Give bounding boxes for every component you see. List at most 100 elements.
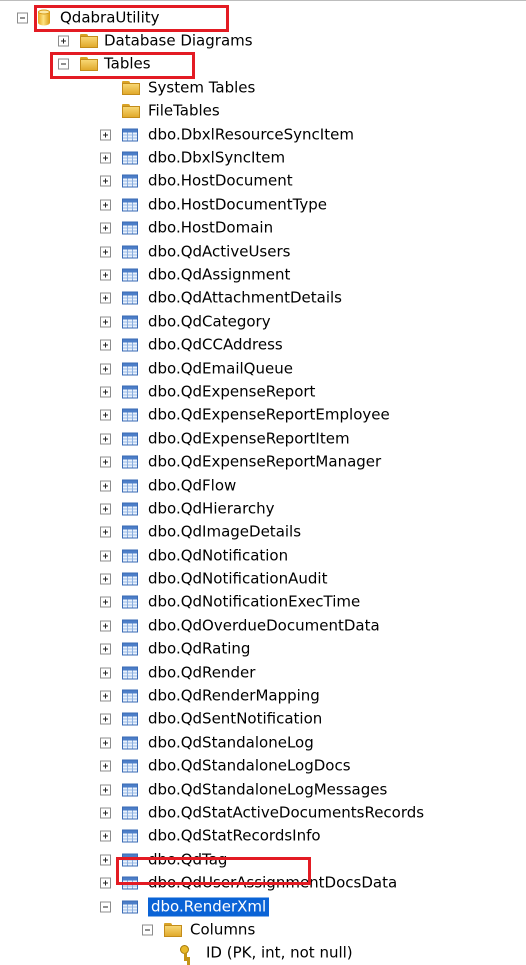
tree-node-system-tables[interactable]: System Tables — [0, 76, 526, 99]
tree-node-table[interactable]: dbo.HostDomain — [0, 217, 526, 240]
expand-icon[interactable] — [100, 152, 111, 164]
node-label: dbo.HostDocumentType — [148, 195, 328, 214]
expand-icon[interactable] — [100, 199, 111, 211]
expand-icon[interactable] — [100, 316, 111, 328]
tree-node-table[interactable]: dbo.QdOverdueDocumentData — [0, 614, 526, 637]
expand-icon[interactable] — [100, 596, 111, 608]
node-label: dbo.QdExpenseReportManager — [148, 452, 382, 471]
node-label: dbo.DbxlSyncItem — [148, 148, 286, 167]
node-label: dbo.QdRating — [148, 639, 251, 658]
tree-node-table[interactable]: dbo.QdExpenseReportItem — [0, 427, 526, 450]
expand-icon[interactable] — [100, 784, 111, 796]
table-icon — [122, 666, 138, 680]
tree-node-selected-table[interactable]: dbo.RenderXml — [0, 895, 526, 918]
node-label: dbo.QdNotificationExecTime — [148, 592, 361, 611]
folder-icon — [164, 922, 182, 937]
tree-node-table[interactable]: dbo.QdSentNotification — [0, 708, 526, 731]
table-list: dbo.DbxlResourceSyncItem dbo.DbxlSyncItem… — [0, 123, 526, 895]
tree-node-columns-folder[interactable]: Columns — [0, 918, 526, 941]
expand-icon[interactable] — [100, 480, 111, 491]
table-icon — [122, 198, 138, 212]
expand-icon[interactable] — [100, 667, 111, 679]
tree-node-table[interactable]: dbo.QdStatRecordsInfo — [0, 825, 526, 848]
expand-icon[interactable] — [100, 409, 111, 421]
expand-icon[interactable] — [100, 292, 111, 304]
table-icon — [122, 174, 138, 188]
expand-icon[interactable] — [100, 456, 111, 468]
node-label: dbo.QdSentNotification — [148, 709, 323, 728]
collapse-icon[interactable] — [142, 924, 153, 936]
tree-node-table[interactable]: dbo.QdNotificationExecTime — [0, 591, 526, 614]
node-label: Database Diagrams — [104, 31, 253, 50]
expand-icon[interactable] — [100, 433, 111, 445]
tree-node-table[interactable]: dbo.QdHierarchy — [0, 497, 526, 520]
expand-icon[interactable] — [100, 269, 111, 281]
tree-node-table[interactable]: dbo.QdActiveUsers — [0, 240, 526, 263]
node-label: dbo.QdExpenseReportEmployee — [148, 405, 390, 424]
expand-icon[interactable] — [100, 246, 111, 258]
collapse-icon[interactable] — [100, 901, 111, 913]
expand-icon[interactable] — [100, 222, 111, 234]
table-icon — [122, 128, 138, 142]
tree-node-table[interactable]: dbo.QdNotificationAudit — [0, 567, 526, 590]
expand-icon[interactable] — [100, 526, 111, 538]
expand-icon[interactable] — [100, 129, 111, 141]
tree-node-table[interactable]: dbo.QdRating — [0, 638, 526, 661]
expand-icon[interactable] — [100, 760, 111, 772]
tree-node-table[interactable]: dbo.QdStandaloneLogMessages — [0, 778, 526, 801]
tree-node-filetables[interactable]: FileTables — [0, 100, 526, 123]
node-label: dbo.QdAssignment — [148, 265, 291, 284]
expand-icon[interactable] — [100, 363, 111, 375]
tree-node-table[interactable]: dbo.QdStandaloneLog — [0, 731, 526, 754]
tree-node-table[interactable]: dbo.QdExpenseReportManager — [0, 450, 526, 473]
tree-node-table[interactable]: dbo.DbxlSyncItem — [0, 146, 526, 169]
highlight-tables-folder — [50, 52, 195, 79]
expand-icon[interactable] — [100, 339, 111, 351]
table-icon — [122, 291, 138, 305]
expand-icon[interactable] — [100, 175, 111, 187]
expand-icon[interactable] — [100, 386, 111, 398]
tree-node-table[interactable]: dbo.QdExpenseReport — [0, 380, 526, 403]
table-icon — [122, 362, 138, 376]
expand-icon[interactable] — [100, 807, 111, 819]
node-label: dbo.QdRenderMapping — [148, 686, 320, 705]
node-label: dbo.RenderXml — [148, 897, 270, 917]
tree-node-table[interactable]: dbo.HostDocument — [0, 170, 526, 193]
tree-node-table[interactable]: dbo.QdFlow — [0, 474, 526, 497]
tree-node-table[interactable]: dbo.QdCCAddress — [0, 333, 526, 356]
tree-node-table[interactable]: dbo.QdAssignment — [0, 263, 526, 286]
expand-icon[interactable] — [100, 690, 111, 702]
tree-node-table[interactable]: dbo.QdNotification — [0, 544, 526, 567]
tree-node-table[interactable]: dbo.QdStatActiveDocumentsRecords — [0, 801, 526, 824]
expand-icon[interactable] — [100, 503, 111, 515]
node-label: dbo.QdRender — [148, 663, 256, 682]
node-label: dbo.QdFlow — [148, 476, 237, 494]
tree-node-table[interactable]: dbo.QdAttachmentDetails — [0, 287, 526, 310]
table-icon — [122, 315, 138, 329]
expand-icon[interactable] — [100, 830, 111, 842]
expand-icon[interactable] — [100, 737, 111, 749]
expand-icon[interactable] — [100, 713, 111, 725]
tree-node-table[interactable]: dbo.QdEmailQueue — [0, 357, 526, 380]
collapse-icon[interactable] — [17, 12, 28, 24]
tree-node-table[interactable]: dbo.QdCategory — [0, 310, 526, 333]
expand-icon[interactable] — [100, 573, 111, 585]
tree-node-table[interactable]: dbo.QdImageDetails — [0, 521, 526, 544]
tree-node-table[interactable]: dbo.QdStandaloneLogDocs — [0, 755, 526, 778]
tree-node-table[interactable]: dbo.QdRender — [0, 661, 526, 684]
tree-node-table[interactable]: dbo.DbxlResourceSyncItem — [0, 123, 526, 146]
tree-node-table[interactable]: dbo.QdRenderMapping — [0, 684, 526, 707]
expand-icon[interactable] — [100, 854, 111, 866]
expand-icon[interactable] — [100, 620, 111, 632]
node-label: FileTables — [148, 101, 220, 120]
tree-node-database-diagrams[interactable]: Database Diagrams — [0, 29, 526, 52]
top-border — [0, 0, 526, 1]
expand-icon[interactable] — [58, 35, 69, 47]
tree-node-table[interactable]: dbo.HostDocumentType — [0, 193, 526, 216]
tree-node-column-id[interactable]: ID (PK, int, not null) — [0, 942, 526, 965]
expand-icon[interactable] — [100, 877, 111, 889]
expand-icon[interactable] — [100, 550, 111, 562]
expand-icon[interactable] — [100, 643, 111, 655]
table-icon — [122, 829, 138, 843]
tree-node-table[interactable]: dbo.QdExpenseReportEmployee — [0, 404, 526, 427]
